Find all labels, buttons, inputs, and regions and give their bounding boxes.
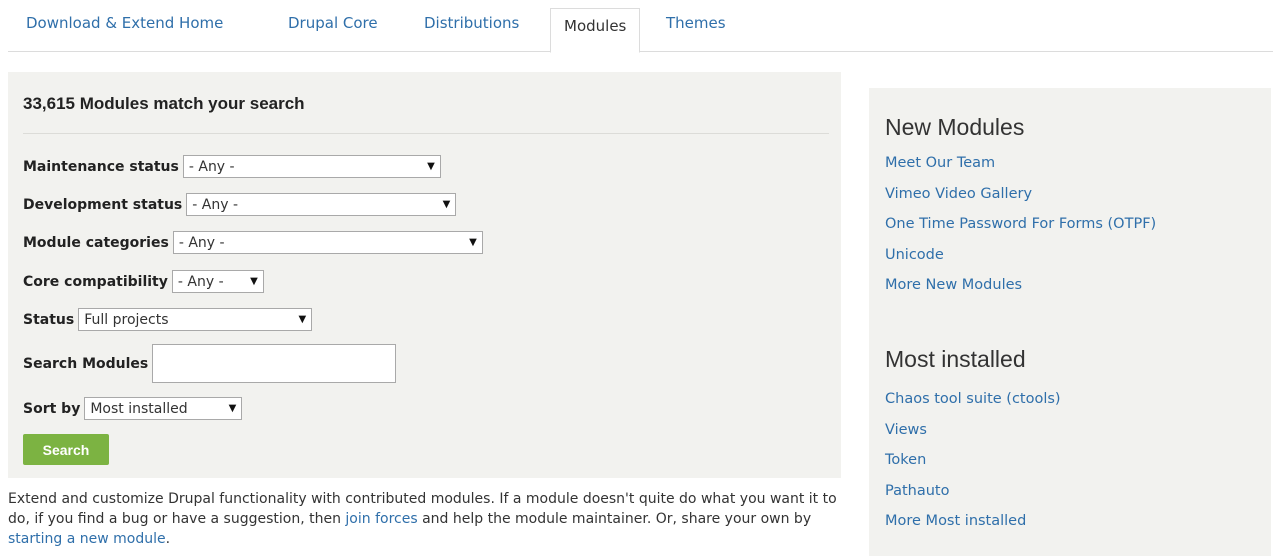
search-button[interactable]: Search <box>23 434 109 465</box>
results-count-heading: 33,615 Modules match your search <box>23 94 305 113</box>
maintenance-status-label: Maintenance status <box>23 158 179 175</box>
tab-themes[interactable]: Themes <box>666 14 726 32</box>
chevron-down-icon: ▼ <box>228 403 237 414</box>
search-modules-label: Search Modules <box>23 355 149 372</box>
chevron-down-icon: ▼ <box>250 276 258 287</box>
most-installed-link[interactable]: Pathauto <box>885 483 1061 514</box>
sort-by-row: Sort by Most installed ▼ <box>23 397 243 420</box>
tab-drupal-core[interactable]: Drupal Core <box>288 14 378 32</box>
development-status-value: - Any - <box>192 196 239 213</box>
maintenance-status-select[interactable]: - Any - ▼ <box>182 155 441 178</box>
tab-distributions[interactable]: Distributions <box>424 14 519 32</box>
sort-by-label: Sort by <box>23 400 81 417</box>
modules-description: Extend and customize Drupal functionalit… <box>8 489 838 549</box>
core-compatibility-row: Core compatibility - Any - ▼ <box>23 270 264 293</box>
module-search-panel: 33,615 Modules match your search Mainten… <box>8 72 841 478</box>
most-installed-link[interactable]: Chaos tool suite (ctools) <box>885 391 1061 422</box>
core-compatibility-value: - Any - <box>177 273 224 290</box>
new-module-link[interactable]: One Time Password For Forms (OTPF) <box>885 216 1156 247</box>
chevron-down-icon: ▼ <box>427 161 435 172</box>
more-new-modules-link[interactable]: More New Modules <box>885 277 1156 308</box>
tab-download-extend-home[interactable]: Download & Extend Home <box>26 14 223 32</box>
chevron-down-icon: ▼ <box>469 237 477 248</box>
sort-by-select[interactable]: Most installed ▼ <box>84 397 243 420</box>
status-label: Status <box>23 311 75 328</box>
new-modules-heading: New Modules <box>885 114 1025 140</box>
description-text: and help the module maintainer. Or, shar… <box>417 511 812 527</box>
most-installed-list: Chaos tool suite (ctools) Views Token Pa… <box>885 391 1061 544</box>
module-categories-value: - Any - <box>178 234 225 251</box>
project-tabs: Download & Extend Home Drupal Core Distr… <box>8 0 1273 53</box>
module-categories-label: Module categories <box>23 234 169 251</box>
status-select[interactable]: Full projects ▼ <box>78 308 313 331</box>
new-modules-list: Meet Our Team Vimeo Video Gallery One Ti… <box>885 155 1156 308</box>
module-categories-select[interactable]: - Any - ▼ <box>172 231 483 254</box>
module-categories-row: Module categories - Any - ▼ <box>23 231 483 254</box>
status-value: Full projects <box>84 311 169 328</box>
search-modules-row: Search Modules <box>23 344 397 383</box>
development-status-label: Development status <box>23 196 183 213</box>
join-forces-link[interactable]: join forces <box>345 511 417 527</box>
sidebar: New Modules Meet Our Team Vimeo Video Ga… <box>869 88 1271 556</box>
new-module-link[interactable]: Meet Our Team <box>885 155 1156 186</box>
tab-modules[interactable]: Modules <box>550 8 641 53</box>
most-installed-link[interactable]: Views <box>885 422 1061 453</box>
new-module-link[interactable]: Vimeo Video Gallery <box>885 186 1156 217</box>
development-status-row: Development status - Any - ▼ <box>23 193 457 216</box>
search-modules-input[interactable] <box>152 344 397 383</box>
chevron-down-icon: ▼ <box>442 199 451 210</box>
chevron-down-icon: ▼ <box>298 314 307 325</box>
most-installed-link[interactable]: Token <box>885 452 1061 483</box>
most-installed-heading: Most installed <box>885 346 1026 372</box>
core-compatibility-label: Core compatibility <box>23 273 168 290</box>
new-module-link[interactable]: Unicode <box>885 247 1156 278</box>
divider <box>23 133 829 134</box>
maintenance-status-row: Maintenance status - Any - ▼ <box>23 155 441 178</box>
core-compatibility-select[interactable]: - Any - ▼ <box>171 270 264 293</box>
start-new-module-link[interactable]: starting a new module <box>8 531 166 547</box>
description-text: . <box>165 531 171 547</box>
development-status-select[interactable]: - Any - ▼ <box>186 193 457 216</box>
maintenance-status-value: - Any - <box>188 158 235 175</box>
more-most-installed-link[interactable]: More Most installed <box>885 513 1061 544</box>
sort-by-value: Most installed <box>90 400 188 417</box>
status-row: Status Full projects ▼ <box>23 308 313 331</box>
